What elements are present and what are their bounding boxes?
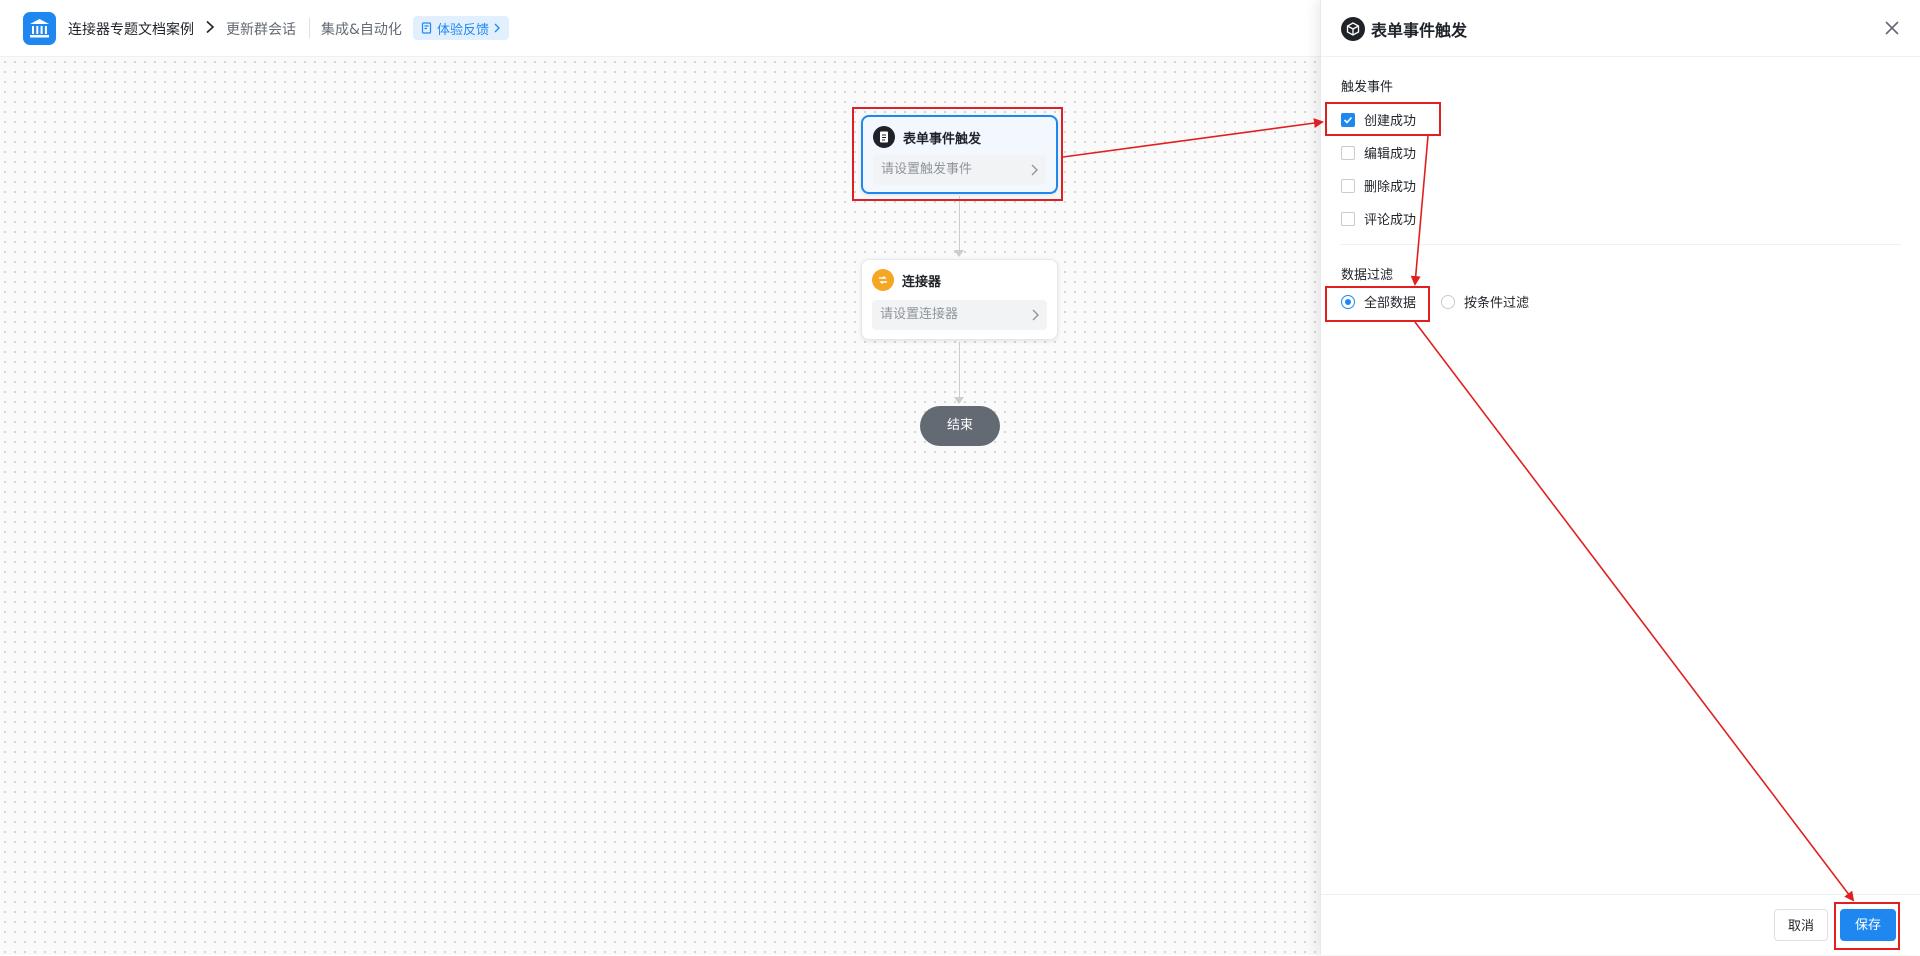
connector-node-title: 连接器 bbox=[902, 274, 942, 290]
top-bar: 连接器专题文档案例 更新群会话 集成&自动化 体验反馈 bbox=[0, 0, 1320, 57]
option-label: 编辑成功 bbox=[1364, 147, 1417, 162]
checkbox[interactable] bbox=[1341, 145, 1355, 160]
trigger-node-header: 表单事件触发 bbox=[873, 126, 981, 148]
radio-all-data[interactable]: 全部数据 bbox=[1341, 292, 1416, 311]
end-node[interactable]: 结束 bbox=[920, 406, 1000, 446]
option-label: 创建成功 bbox=[1364, 114, 1417, 129]
feedback-button[interactable]: 体验反馈 bbox=[413, 16, 510, 40]
checkbox-delete-success[interactable]: 删除成功 bbox=[1341, 176, 1416, 195]
breadcrumb-app[interactable]: 连接器专题文档案例 bbox=[68, 19, 194, 39]
radio[interactable] bbox=[1441, 294, 1455, 309]
panel-footer: 取消 保存 bbox=[1321, 894, 1920, 956]
edit-note-icon bbox=[421, 22, 432, 34]
chevron-right-icon bbox=[1032, 309, 1039, 321]
save-button[interactable]: 保存 bbox=[1840, 909, 1896, 941]
trigger-node-field[interactable]: 请设置触发事件 bbox=[873, 155, 1046, 185]
option-label: 删除成功 bbox=[1364, 180, 1417, 195]
section-divider bbox=[1341, 244, 1901, 245]
trigger-settings-panel: 表单事件触发 触发事件 创建成功 编辑成功 删除成功 评论成功 数据过滤 全部数… bbox=[1320, 0, 1920, 955]
chevron-right-icon bbox=[1031, 164, 1038, 176]
trigger-node-title: 表单事件触发 bbox=[903, 131, 982, 147]
connector-icon bbox=[872, 269, 894, 291]
radio-selected[interactable] bbox=[1341, 294, 1355, 309]
option-label: 全部数据 bbox=[1364, 296, 1417, 311]
app-logo-icon[interactable] bbox=[23, 12, 56, 45]
connector-node-placeholder: 请设置连接器 bbox=[880, 307, 959, 322]
option-label: 按条件过滤 bbox=[1464, 296, 1530, 311]
checkbox[interactable] bbox=[1341, 211, 1355, 226]
chevron-right-icon bbox=[206, 20, 215, 34]
module-label[interactable]: 集成&自动化 bbox=[321, 19, 402, 39]
close-icon[interactable] bbox=[1884, 20, 1900, 36]
chevron-right-icon bbox=[494, 23, 500, 33]
checkbox-create-success[interactable]: 创建成功 bbox=[1341, 110, 1416, 129]
connector-node[interactable]: 连接器 请设置连接器 bbox=[861, 259, 1058, 340]
panel-title: 表单事件触发 bbox=[1371, 21, 1468, 40]
checkbox-checked[interactable] bbox=[1341, 112, 1355, 127]
radio-filter-by-condition[interactable]: 按条件过滤 bbox=[1441, 292, 1529, 311]
connector-line bbox=[959, 196, 960, 250]
data-filter-label: 数据过滤 bbox=[1341, 268, 1394, 283]
checkbox-comment-success[interactable]: 评论成功 bbox=[1341, 209, 1416, 228]
flow-canvas[interactable] bbox=[0, 57, 1320, 955]
arrow-down-icon bbox=[954, 250, 964, 257]
divider bbox=[309, 18, 310, 38]
connector-line bbox=[959, 342, 960, 397]
cancel-button[interactable]: 取消 bbox=[1774, 909, 1828, 941]
checkbox-edit-success[interactable]: 编辑成功 bbox=[1341, 143, 1416, 162]
trigger-node[interactable]: 表单事件触发 请设置触发事件 bbox=[861, 115, 1058, 194]
checkbox[interactable] bbox=[1341, 178, 1355, 193]
trigger-node-placeholder: 请设置触发事件 bbox=[881, 162, 973, 177]
breadcrumb-page[interactable]: 更新群会话 bbox=[226, 19, 296, 39]
panel-header: 表单事件触发 bbox=[1321, 0, 1920, 57]
cube-icon bbox=[1341, 17, 1365, 41]
trigger-events-label: 触发事件 bbox=[1341, 80, 1394, 95]
document-icon bbox=[873, 126, 895, 148]
feedback-label: 体验反馈 bbox=[437, 22, 490, 38]
check-icon bbox=[1343, 116, 1353, 124]
connector-node-header: 连接器 bbox=[872, 269, 941, 291]
arrow-down-icon bbox=[954, 397, 964, 404]
option-label: 评论成功 bbox=[1364, 213, 1417, 228]
connector-node-field[interactable]: 请设置连接器 bbox=[872, 300, 1047, 330]
